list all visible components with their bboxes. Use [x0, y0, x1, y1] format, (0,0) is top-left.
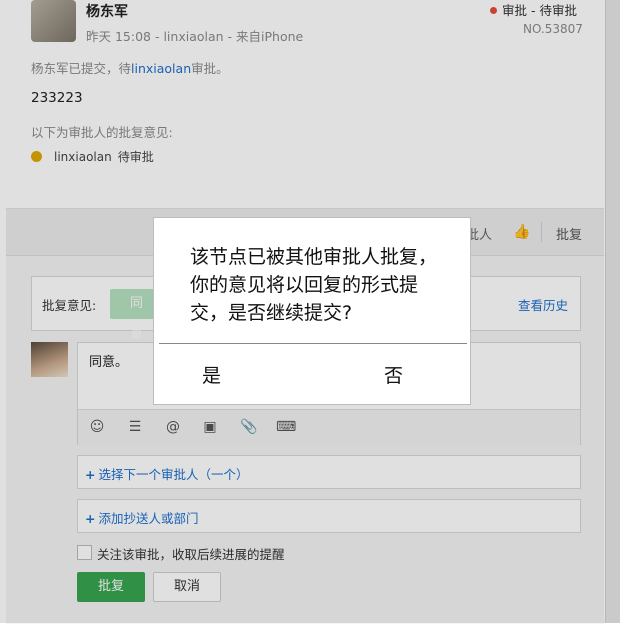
confirm-dialog: 该节点已被其他审批人批复，你的意见将以回复的形式提交，是否继续提交? 是 否	[153, 217, 471, 405]
dialog-divider	[159, 343, 467, 344]
dialog-message: 该节点已被其他审批人批复，你的意见将以回复的形式提交，是否继续提交?	[190, 246, 438, 324]
dialog-no-button[interactable]: 否	[384, 361, 403, 388]
dialog-yes-button[interactable]: 是	[202, 361, 221, 388]
